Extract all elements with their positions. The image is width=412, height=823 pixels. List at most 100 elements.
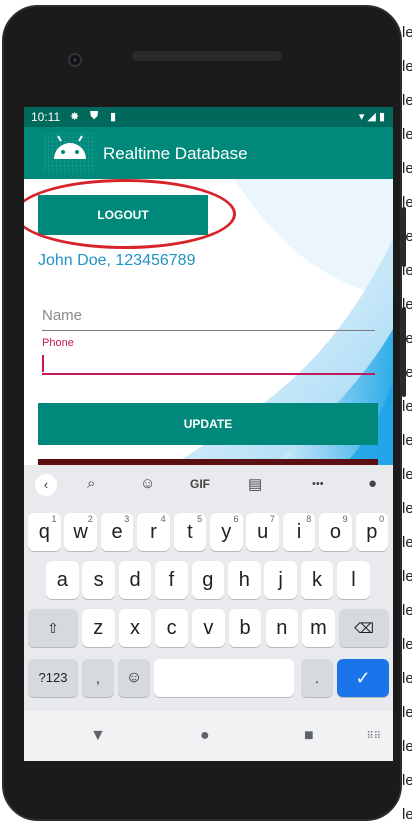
front-camera — [68, 53, 82, 67]
key-label: d — [129, 569, 141, 591]
highlight-circle — [24, 179, 236, 249]
sim-icon: ▮ — [110, 111, 117, 123]
key-g[interactable]: g — [191, 561, 225, 599]
key-d[interactable]: d — [118, 561, 152, 599]
key-e[interactable]: e3 — [100, 513, 134, 551]
keyboard-toolbar: ‹ ⌕ ☺ GIF ▤ ••• ● — [24, 465, 393, 503]
shift-key[interactable]: ⇧ — [28, 609, 78, 647]
key-l[interactable]: l — [337, 561, 370, 599]
key-label: r — [150, 521, 157, 543]
backspace-key[interactable]: ⌫ — [339, 609, 389, 647]
key-label: s — [93, 569, 104, 591]
more-icon[interactable]: ••• — [312, 478, 324, 490]
update-button[interactable]: UPDATE — [38, 403, 378, 445]
back-icon[interactable]: ▼ — [90, 727, 106, 745]
key-o[interactable]: o9 — [319, 513, 352, 551]
key-label: v — [203, 617, 214, 639]
background-text-fragment: le — [402, 670, 412, 687]
key-n[interactable]: n — [265, 609, 298, 647]
keyboard-switch-icon[interactable]: ⠿⠿ — [366, 731, 381, 742]
navigation-bar: ▼ ● ■ ⠿⠿ — [24, 711, 393, 761]
key-b[interactable]: b — [228, 609, 262, 647]
key-label: n — [276, 617, 288, 639]
key-i[interactable]: i8 — [282, 513, 316, 551]
key-t[interactable]: t5 — [173, 513, 207, 551]
key-f[interactable]: f — [155, 561, 188, 599]
key-label: m — [310, 617, 327, 639]
background-text-fragment: le — [402, 602, 412, 619]
key-m[interactable]: m — [302, 609, 335, 647]
key-label: k — [312, 569, 323, 591]
background-text-fragment: le — [402, 636, 412, 653]
volume-button[interactable] — [402, 307, 406, 397]
enter-key[interactable]: ✓ — [337, 659, 389, 697]
background-text-fragment: le — [402, 432, 412, 449]
key-label: z — [93, 617, 104, 639]
comma-key[interactable]: , — [82, 659, 114, 697]
key-label: q — [38, 521, 50, 543]
background-text-fragment: le — [402, 704, 412, 721]
chevron-left-icon[interactable]: ‹ — [35, 474, 57, 496]
key-label: j — [278, 569, 283, 591]
gif-button[interactable]: GIF — [190, 477, 210, 491]
key-j[interactable]: j — [264, 561, 297, 599]
name-field[interactable]: Name — [42, 307, 375, 331]
device-screen: 10:11 ✸ ⛊ ▮ ▾ ◢ ▮ Realtime Database LOGO… — [24, 107, 393, 761]
phone-field[interactable]: Phone — [42, 337, 375, 375]
key-w[interactable]: w2 — [64, 513, 97, 551]
numbers-key[interactable]: ?123 — [28, 659, 78, 697]
background-text-fragment: le — [402, 738, 412, 755]
key-x[interactable]: x — [118, 609, 152, 647]
key-v[interactable]: v — [192, 609, 225, 647]
sticker-icon[interactable]: ☺ — [140, 475, 155, 492]
background-text-fragment: le — [402, 534, 412, 551]
name-underline — [42, 330, 375, 331]
earpiece-speaker — [132, 51, 282, 61]
key-label: u — [257, 521, 269, 543]
key-hint: 9 — [342, 514, 348, 524]
key-hint: 2 — [87, 514, 93, 524]
period-key[interactable]: . — [301, 659, 333, 697]
key-label: h — [238, 569, 250, 591]
clipboard-icon[interactable]: ▤ — [248, 475, 262, 493]
key-a[interactable]: a — [46, 561, 79, 599]
key-u[interactable]: u7 — [246, 513, 279, 551]
key-label: p — [366, 521, 378, 543]
key-z[interactable]: z — [82, 609, 115, 647]
status-right-icons: ▾ ◢ ▮ — [359, 110, 385, 123]
status-time: 10:11 — [31, 110, 61, 124]
background-text-fragment: le — [402, 806, 412, 823]
emoji-key[interactable]: ☺ — [118, 659, 150, 697]
recents-icon[interactable]: ■ — [304, 727, 314, 745]
phone-input[interactable] — [42, 351, 375, 373]
key-label: e — [111, 521, 123, 543]
power-button[interactable] — [402, 207, 406, 267]
key-r[interactable]: r4 — [137, 513, 170, 551]
key-label: i — [296, 521, 302, 543]
key-p[interactable]: p0 — [355, 513, 389, 551]
background-text-fragment: le — [402, 772, 412, 789]
key-label: b — [239, 617, 251, 639]
gear-icon: ✸ — [70, 111, 80, 123]
key-s[interactable]: s — [82, 561, 115, 599]
key-k[interactable]: k — [300, 561, 334, 599]
key-y[interactable]: y6 — [210, 513, 243, 551]
search-icon[interactable]: ⌕ — [87, 475, 95, 492]
background-text-fragment: le — [402, 568, 412, 585]
key-hint: 1 — [51, 514, 57, 524]
key-hint: 7 — [269, 514, 275, 524]
key-label: l — [351, 569, 356, 591]
phone-label: Phone — [42, 337, 74, 349]
key-c[interactable]: c — [155, 609, 188, 647]
microphone-icon[interactable]: ● — [368, 475, 377, 492]
key-h[interactable]: h — [228, 561, 261, 599]
screenshot: lelelelelelelelelelelelelelelelelelelele… — [0, 0, 412, 823]
home-icon[interactable]: ● — [200, 727, 210, 745]
background-text-fragment: le — [402, 160, 412, 177]
space-key[interactable] — [154, 659, 294, 697]
key-q[interactable]: q1 — [28, 513, 61, 551]
key-label: f — [168, 569, 175, 591]
key-label: c — [166, 617, 177, 639]
background-text-fragment: le — [402, 398, 412, 415]
background-text-fragment: le — [402, 466, 412, 483]
